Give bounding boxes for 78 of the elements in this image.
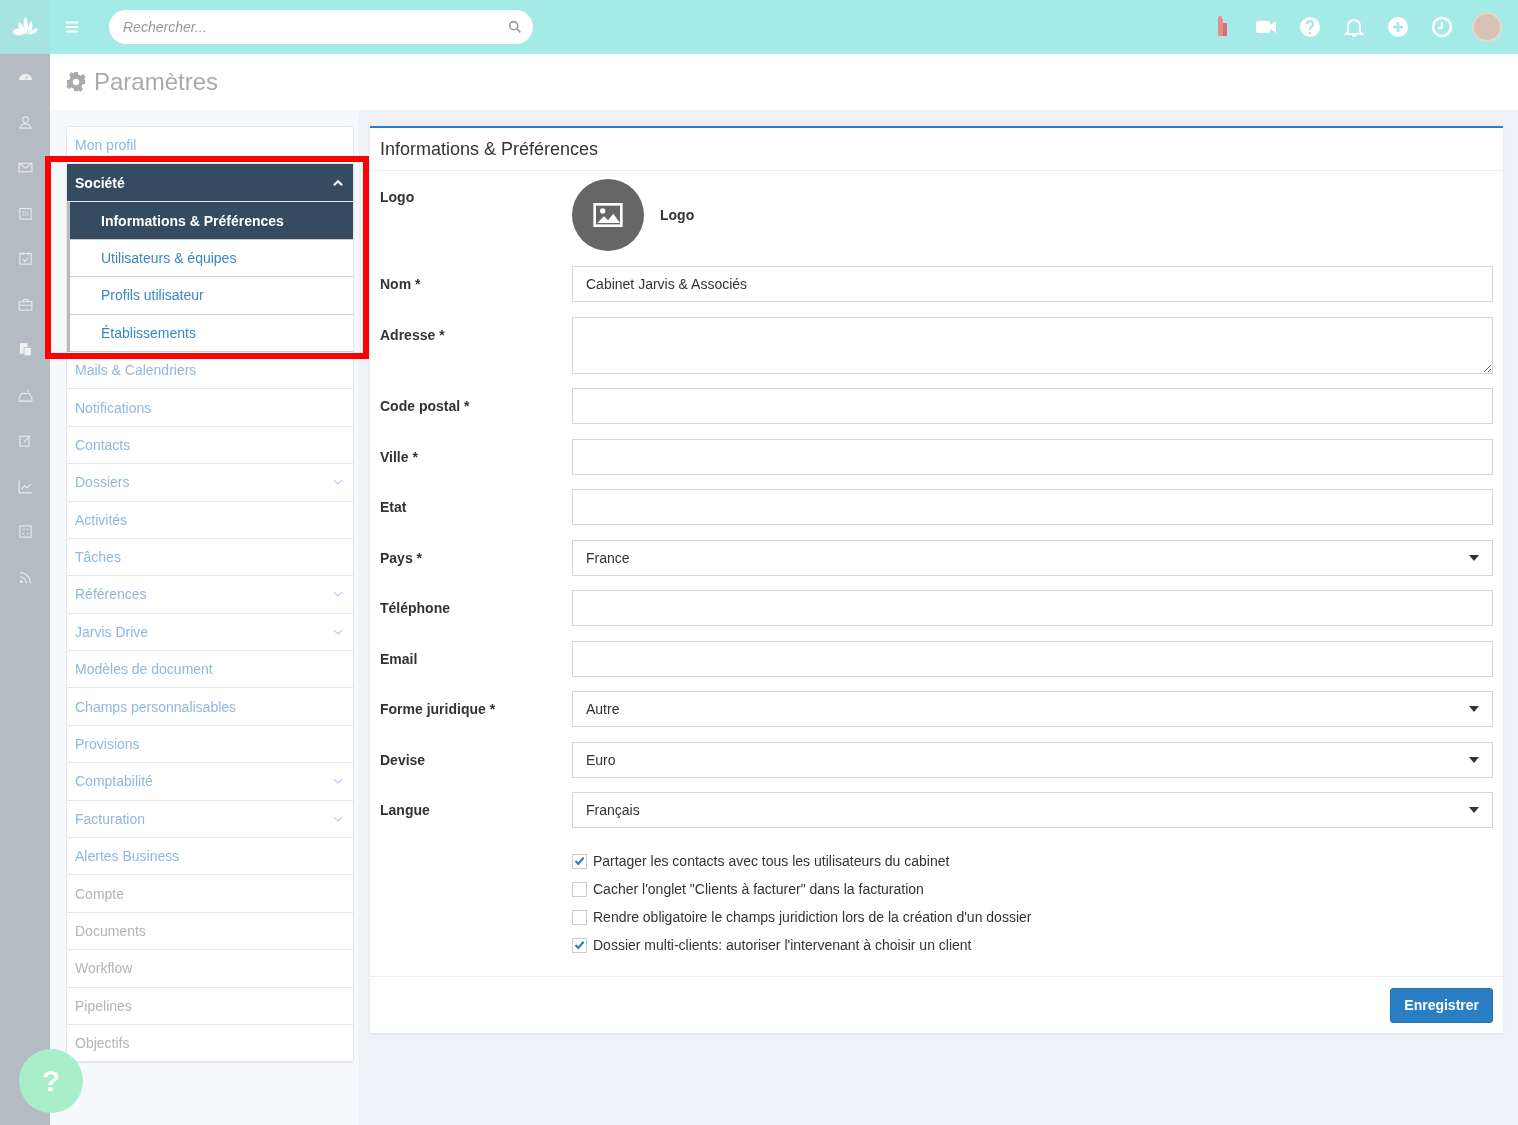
page-title: Paramètres <box>94 68 219 96</box>
menu-item[interactable]: Société <box>67 164 353 203</box>
clock-icon[interactable] <box>1430 15 1454 39</box>
chart-icon[interactable] <box>16 477 34 495</box>
menu-item[interactable]: Mails & Calendriers <box>67 351 353 390</box>
field-label: Adresse * <box>380 325 446 343</box>
menu-item[interactable]: Facturation <box>67 800 353 839</box>
menu-item[interactable]: Provisions <box>67 725 353 764</box>
menu-item-label: Références <box>75 586 147 603</box>
field-label: Téléphone <box>380 599 451 616</box>
menu-item-label: Jarvis Drive <box>75 623 149 640</box>
submenu-item[interactable]: Informations & Préférences <box>70 202 353 240</box>
text-area[interactable] <box>572 316 1493 374</box>
input-field[interactable] <box>572 438 1493 475</box>
caret-icon <box>1469 756 1479 763</box>
field-label: Forme juridique * <box>380 700 497 717</box>
dropdown[interactable]: Autre <box>572 691 1493 727</box>
field-label: Logo <box>380 188 416 205</box>
check-icon <box>573 854 586 868</box>
checkbox[interactable] <box>572 881 587 897</box>
calendar-check-icon[interactable] <box>16 250 34 268</box>
field-label: Pays * <box>380 548 424 566</box>
checkbox-label: Dossier multi-clients: autoriser l'intervenant à choisir un client <box>593 937 972 953</box>
field-label: Code postal * <box>380 397 471 414</box>
caret-icon <box>1469 554 1479 561</box>
dropdown[interactable]: France <box>572 539 1493 576</box>
menu-item-label: Comptabilité <box>75 773 153 790</box>
input-field[interactable] <box>572 640 1493 677</box>
menu-item-label: Dossiers <box>75 474 130 491</box>
menu-item[interactable]: Dossiers <box>67 464 353 502</box>
submenu-item[interactable]: Utilisateurs & équipes <box>70 239 353 278</box>
help-icon[interactable] <box>1298 15 1322 39</box>
panel-title: Informations & Préférences <box>370 128 1503 171</box>
checkbox-label: Cacher l'onglet "Clients à facturer" dans la facturation <box>593 881 924 897</box>
submenu-item[interactable]: Établissements <box>70 314 353 352</box>
checkbox-label: Rendre obligatoire le champs juridiction lors de la création d'un dossier <box>593 909 1032 925</box>
avatar[interactable] <box>1472 12 1502 42</box>
checkbox[interactable] <box>572 909 587 925</box>
menu-item[interactable]: Activités <box>67 501 353 539</box>
input-field[interactable]: Cabinet Jarvis & Associés <box>572 266 1493 302</box>
caret-icon <box>1469 706 1479 712</box>
calculator-icon[interactable] <box>16 523 34 541</box>
search-field[interactable]: Rechercher... <box>109 10 533 44</box>
menu-item[interactable]: Modèles de document <box>67 651 353 689</box>
field-label: Etat <box>380 498 408 515</box>
dropdown[interactable]: Français <box>572 792 1493 828</box>
menu-item[interactable]: Champs personnalisables <box>67 688 353 726</box>
menu-item[interactable]: Jarvis Drive <box>67 613 353 652</box>
menu-item[interactable]: Notifications <box>67 389 353 427</box>
menu-item[interactable]: Comptabilité <box>67 763 353 801</box>
logo-caption: Logo <box>660 207 695 223</box>
check-icon <box>573 938 586 952</box>
checkbox-label: Partager les contacts avec tous les utilisateurs du cabinet <box>593 853 950 869</box>
checkbox[interactable] <box>572 937 587 953</box>
field-label: Email <box>380 649 419 667</box>
menu-item-label: Société <box>75 174 125 191</box>
settings-icon <box>65 71 87 93</box>
field-label: Langue <box>380 801 431 818</box>
menu-item-label: Facturation <box>75 810 146 827</box>
field-label: Ville * <box>380 447 419 465</box>
submenu-item[interactable]: Profils utilisateur <box>70 277 353 315</box>
field-label: Devise <box>380 750 427 768</box>
contacts-icon[interactable] <box>16 113 34 131</box>
save-button[interactable]: Enregistrer <box>1390 987 1493 1023</box>
caret-icon <box>1469 807 1479 813</box>
menu-item[interactable]: Alertes Business <box>67 838 353 876</box>
menu-item[interactable]: Contacts <box>67 426 353 465</box>
menu-item[interactable]: Références <box>67 576 353 614</box>
dropdown[interactable]: Euro <box>572 741 1493 778</box>
inbox-icon[interactable] <box>16 386 34 404</box>
checkbox[interactable] <box>572 853 587 869</box>
plus-icon[interactable] <box>1386 15 1410 39</box>
field-label: Nom * <box>380 275 422 292</box>
search-icon[interactable] <box>507 19 523 35</box>
menu-item[interactable]: Tâches <box>67 538 353 577</box>
input-field[interactable] <box>572 489 1493 525</box>
input-field[interactable] <box>572 388 1493 424</box>
input-field[interactable] <box>572 590 1493 626</box>
